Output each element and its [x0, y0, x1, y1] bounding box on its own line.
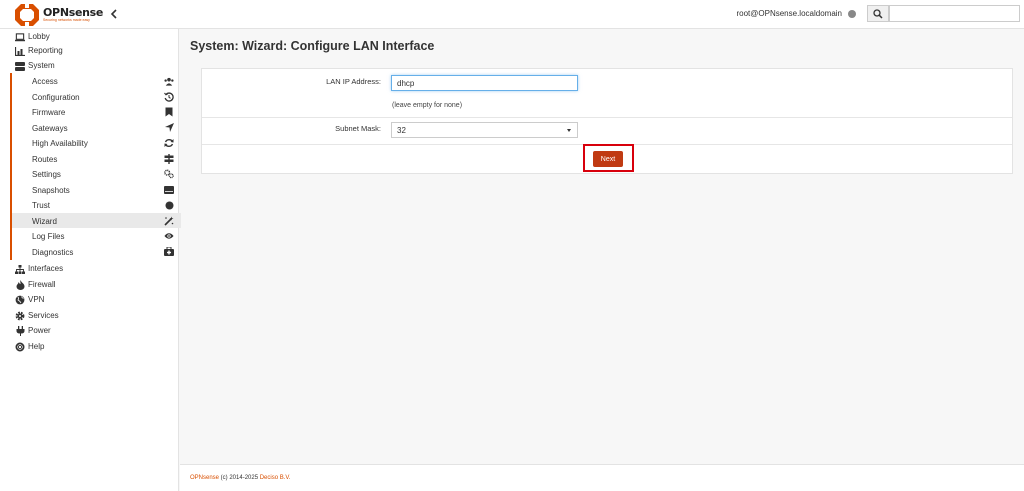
sidebar-item-vpn[interactable]: VPN	[0, 292, 179, 307]
sidebar-item-label: Firmware	[32, 108, 66, 117]
life-ring-icon	[15, 342, 25, 352]
globe-icon	[15, 295, 25, 305]
sidebar-item-high-availability[interactable]: High Availability	[12, 135, 181, 151]
sidebar-item-label: Help	[28, 341, 45, 351]
opnsense-logo[interactable]: OPNsense Securing networks made easy	[14, 2, 104, 27]
sidebar-item-lobby[interactable]: Lobby	[0, 29, 179, 44]
sidebar-item-settings[interactable]: Settings	[12, 166, 181, 182]
caret-down-icon	[567, 129, 571, 132]
magic-icon	[164, 216, 174, 226]
sidebar-item-label: Reporting	[28, 46, 63, 55]
bookmark-icon	[164, 107, 174, 117]
sidebar-item-label: Access	[32, 77, 58, 86]
certificate-icon	[164, 200, 174, 210]
sidebar-item-diagnostics[interactable]: Diagnostics	[12, 244, 181, 260]
hdd-icon	[164, 185, 174, 195]
lan-ip-hint: (leave empty for none)	[392, 102, 463, 109]
sidebar: Lobby Reporting System Access Configurat…	[0, 29, 181, 491]
sidebar-item-system[interactable]: System	[0, 58, 179, 73]
users-icon	[164, 76, 174, 86]
logo-tagline: Securing networks made easy	[43, 17, 90, 22]
sidebar-item-label: Gateways	[32, 123, 68, 133]
sidebar-item-label: Power	[28, 326, 51, 335]
row-divider	[202, 117, 1012, 118]
footer: OPNsense (c) 2014-2025 Deciso B.V.	[180, 464, 1024, 491]
next-button[interactable]: Next	[593, 151, 623, 167]
sidebar-item-label: VPN	[28, 295, 45, 304]
sidebar-collapse-button[interactable]	[108, 7, 118, 21]
search-icon	[873, 8, 883, 19]
signpost-icon	[164, 153, 174, 164]
footer-text: OPNsense (c) 2014-2025 Deciso B.V.	[190, 475, 291, 481]
sidebar-item-reporting[interactable]: Reporting	[0, 43, 179, 58]
sidebar-item-label: Snapshots	[32, 185, 70, 195]
sidebar-item-snapshots[interactable]: Snapshots	[12, 182, 181, 198]
sidebar-item-label: Firewall	[28, 279, 56, 289]
sidebar-item-log-files[interactable]: Log Files	[12, 228, 181, 244]
wizard-form-panel: LAN IP Address: (leave empty for none) S…	[201, 68, 1013, 174]
sidebar-item-firmware[interactable]: Firmware	[12, 104, 181, 120]
page-title: System: Wizard: Configure LAN Interface	[190, 39, 435, 53]
sidebar-item-label: High Availability	[32, 139, 88, 148]
sidebar-item-label: Wizard	[32, 216, 57, 226]
sidebar-item-label: Trust	[32, 201, 50, 210]
search-input[interactable]	[889, 5, 1020, 22]
logo-name: OPNsense	[43, 5, 104, 19]
subnet-mask-select[interactable]: 32	[391, 122, 578, 138]
chevron-left-icon	[110, 9, 117, 19]
search-button[interactable]	[867, 5, 889, 22]
plug-icon	[15, 326, 25, 336]
user-menu[interactable]: root@OPNsense.localdomain	[736, 9, 842, 18]
sidebar-item-label: Log Files	[32, 232, 65, 241]
system-submenu: Access Configuration Firmware Gateways H…	[10, 73, 181, 260]
laptop-icon	[15, 32, 25, 42]
refresh-icon	[164, 138, 174, 148]
sidebar-item-label: Settings	[32, 170, 61, 179]
sidebar-item-trust[interactable]: Trust	[12, 197, 181, 213]
top-bar: OPNsense Securing networks made easy roo…	[0, 0, 1024, 29]
medkit-icon	[164, 247, 174, 257]
lan-ip-input[interactable]	[391, 75, 578, 91]
sidebar-item-label: Diagnostics	[32, 247, 74, 257]
sidebar-item-label: Lobby	[28, 32, 50, 41]
footer-copyright: (c) 2014-2025	[219, 475, 260, 481]
fire-icon	[15, 279, 25, 290]
server-icon	[15, 61, 25, 71]
sidebar-item-label: Services	[28, 310, 59, 320]
sidebar-item-help[interactable]: Help	[0, 339, 179, 354]
location-arrow-icon	[164, 123, 174, 133]
sidebar-item-access[interactable]: Access	[12, 73, 181, 89]
eye-icon	[164, 231, 174, 241]
sidebar-item-wizard[interactable]: Wizard	[12, 212, 181, 228]
chart-icon	[15, 46, 25, 56]
lan-ip-label: LAN IP Address:	[326, 77, 381, 86]
sidebar-item-gateways[interactable]: Gateways	[12, 120, 181, 136]
sidebar-item-label: Configuration	[32, 92, 80, 102]
cog-icon	[15, 311, 25, 321]
sidebar-item-routes[interactable]: Routes	[12, 151, 181, 167]
sidebar-item-services[interactable]: Services	[0, 308, 179, 323]
footer-vendor-link[interactable]: Deciso B.V.	[260, 475, 291, 481]
sidebar-item-label: Interfaces	[28, 264, 64, 273]
footer-product-link[interactable]: OPNsense	[190, 475, 219, 481]
status-indicator-icon[interactable]	[848, 10, 856, 18]
sitemap-icon	[15, 264, 25, 274]
sidebar-item-interfaces[interactable]: Interfaces	[0, 261, 179, 276]
sidebar-item-power[interactable]: Power	[0, 323, 179, 338]
sidebar-item-firewall[interactable]: Firewall	[0, 277, 179, 292]
cogs-icon	[164, 169, 174, 179]
subnet-mask-value: 32	[397, 125, 406, 135]
logo-mark-icon	[14, 2, 40, 27]
sidebar-item-label: System	[28, 61, 55, 70]
history-icon	[164, 91, 174, 102]
sidebar-item-configuration[interactable]: Configuration	[12, 89, 181, 105]
sidebar-item-label: Routes	[32, 154, 58, 164]
subnet-mask-label: Subnet Mask:	[335, 124, 381, 133]
